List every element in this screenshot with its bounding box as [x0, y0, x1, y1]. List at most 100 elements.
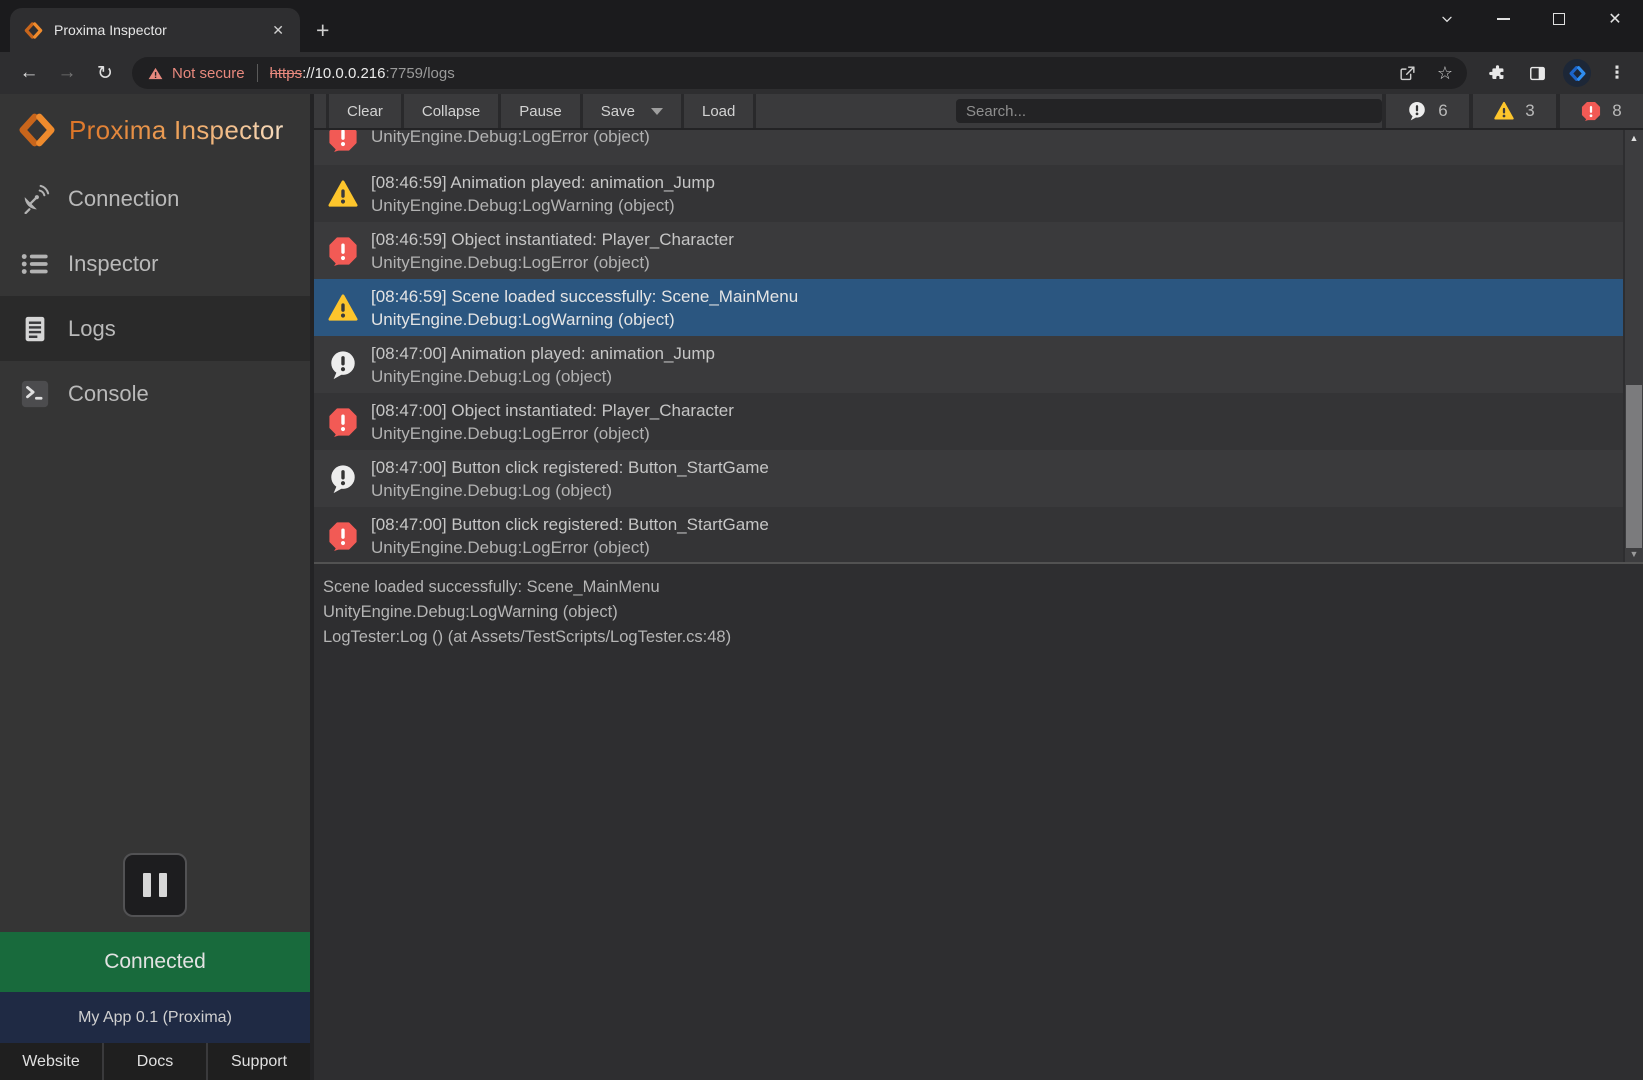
sidebar-item-inspector[interactable]: Inspector	[0, 231, 310, 296]
log-message: [08:47:00] Button click registered: Butt…	[371, 513, 769, 536]
log-row[interactable]: [08:46:59] Object instantiated: Player_C…	[314, 222, 1623, 279]
scroll-down-icon[interactable]: ▼	[1625, 546, 1643, 562]
error-bubble-icon	[1581, 101, 1601, 121]
sidebar-item-label: Logs	[68, 316, 116, 342]
scrollbar-thumb[interactable]	[1626, 385, 1642, 548]
log-message: [08:46:59] Scene loaded successfully: Sc…	[371, 285, 798, 308]
log-row[interactable]: [08:47:00] Object instantiated: Player_C…	[314, 393, 1623, 450]
window-close-button[interactable]: ✕	[1587, 9, 1643, 29]
pause-logs-button[interactable]: Pause	[498, 94, 580, 128]
log-row-text: UnityEngine.Debug:LogError (object)	[371, 130, 650, 148]
load-button[interactable]: Load	[681, 94, 753, 128]
list-icon	[20, 249, 50, 279]
log-stack-trace: UnityEngine.Debug:Log (object)	[371, 479, 769, 502]
new-tab-button[interactable]: +	[316, 19, 329, 42]
side-panel-icon[interactable]	[1517, 64, 1557, 83]
log-row[interactable]: [08:47:00] Animation played: animation_J…	[314, 336, 1623, 393]
support-link[interactable]: Support	[206, 1043, 310, 1080]
profile-avatar[interactable]	[1557, 59, 1597, 87]
tab-close-icon[interactable]: ✕	[268, 20, 288, 41]
browser-tab[interactable]: Proxima Inspector ✕	[10, 8, 300, 52]
error-count-badge[interactable]: 8	[1556, 94, 1643, 128]
log-level-icon	[328, 179, 358, 209]
docs-link[interactable]: Docs	[102, 1043, 206, 1080]
collapse-button[interactable]: Collapse	[401, 94, 498, 128]
log-row-text: [08:46:59] Object instantiated: Player_C…	[371, 228, 734, 274]
log-list-scrollbar[interactable]: ▲ ▼	[1625, 130, 1643, 562]
proxima-logo-icon	[18, 111, 56, 149]
scroll-up-icon[interactable]: ▲	[1625, 130, 1643, 146]
log-stack-trace: UnityEngine.Debug:LogWarning (object)	[371, 194, 715, 217]
warning-count: 3	[1525, 101, 1534, 121]
log-row-text: [08:47:00] Animation played: animation_J…	[371, 342, 715, 388]
sidebar-item-label: Connection	[68, 186, 179, 212]
log-message: [08:47:00] Button click registered: Butt…	[371, 456, 769, 479]
log-row-text: [08:47:00] Object instantiated: Player_C…	[371, 399, 734, 445]
sidebar-item-logs[interactable]: Logs	[0, 296, 310, 361]
website-link[interactable]: Website	[0, 1043, 102, 1080]
log-stack-trace: UnityEngine.Debug:LogError (object)	[371, 130, 650, 148]
back-button[interactable]: ←	[10, 62, 48, 84]
detail-line: UnityEngine.Debug:LogWarning (object)	[323, 600, 1629, 625]
browser-menu-icon[interactable]: ⋮	[1597, 63, 1637, 83]
save-button[interactable]: Save	[580, 94, 681, 128]
not-secure-label[interactable]: Not secure	[172, 65, 245, 82]
info-count-badge[interactable]: 6	[1382, 94, 1469, 128]
log-message: [08:46:59] Object instantiated: Player_C…	[371, 228, 734, 251]
bookmark-star-icon[interactable]: ☆	[1437, 63, 1453, 84]
clear-button[interactable]: Clear	[326, 94, 401, 128]
log-row[interactable]: [08:47:00] Button click registered: Butt…	[314, 507, 1623, 562]
omnibox-divider	[257, 64, 258, 82]
share-icon[interactable]	[1398, 64, 1417, 83]
avatar	[1563, 59, 1591, 87]
log-level-icon	[328, 521, 358, 551]
error-bubble-icon	[328, 407, 358, 437]
sidebar: Proxima Inspector Connection	[0, 94, 310, 1080]
log-message: [08:46:59] Animation played: animation_J…	[371, 171, 715, 194]
forward-button[interactable]: →	[48, 62, 86, 84]
maximize-button[interactable]	[1531, 13, 1587, 25]
search-input[interactable]	[956, 99, 1382, 123]
info-bubble-icon	[328, 464, 358, 494]
log-row[interactable]: [08:46:59] Animation played: animation_J…	[314, 165, 1623, 222]
pause-stream-button[interactable]	[123, 853, 187, 917]
app-name-bar: My App 0.1 (Proxima)	[0, 992, 310, 1043]
warning-triangle-icon	[328, 179, 358, 209]
save-dropdown-caret-icon[interactable]	[651, 108, 663, 115]
not-secure-warning-icon	[148, 66, 163, 81]
log-list: UnityEngine.Debug:LogError (object)	[314, 130, 1643, 562]
warning-count-badge[interactable]: 3	[1469, 94, 1556, 128]
log-level-icon	[328, 350, 358, 380]
sidebar-footer: Website Docs Support	[0, 1043, 310, 1080]
brand: Proxima Inspector	[0, 94, 310, 166]
log-level-icon	[328, 236, 358, 266]
extensions-puzzle-icon[interactable]	[1477, 64, 1517, 83]
minimize-button[interactable]	[1475, 18, 1531, 20]
log-stack-trace: UnityEngine.Debug:LogError (object)	[371, 422, 734, 445]
reload-button[interactable]: ↻	[86, 62, 124, 85]
window-controls: ✕	[1419, 0, 1643, 38]
log-row-text: [08:46:59] Scene loaded successfully: Sc…	[371, 285, 798, 331]
tab-search-chevron-icon[interactable]	[1419, 11, 1475, 27]
log-stack-trace: UnityEngine.Debug:LogError (object)	[371, 536, 769, 559]
document-icon	[20, 314, 50, 344]
sidebar-item-console[interactable]: Console	[0, 361, 310, 426]
tab-title: Proxima Inspector	[54, 22, 268, 38]
logs-toolbar: Clear Collapse Pause Save Load	[314, 94, 1643, 130]
log-level-icon	[328, 130, 358, 152]
log-row[interactable]: [08:46:59] Scene loaded successfully: Sc…	[314, 279, 1623, 336]
sidebar-item-label: Console	[68, 381, 149, 407]
satellite-icon	[20, 184, 50, 214]
log-row[interactable]: UnityEngine.Debug:LogError (object)	[314, 130, 1623, 165]
log-row-text: [08:47:00] Button click registered: Butt…	[371, 456, 769, 502]
address-bar[interactable]: Not secure https://10.0.0.216:7759/logs …	[132, 57, 1467, 89]
error-bubble-icon	[328, 521, 358, 551]
log-stack-trace: UnityEngine.Debug:Log (object)	[371, 365, 715, 388]
sidebar-item-connection[interactable]: Connection	[0, 166, 310, 231]
pause-icon	[143, 873, 151, 897]
terminal-icon	[20, 379, 50, 409]
log-row[interactable]: [08:47:00] Button click registered: Butt…	[314, 450, 1623, 507]
url-text: https://10.0.0.216:7759/logs	[270, 65, 455, 82]
info-bubble-icon	[328, 350, 358, 380]
log-detail-pane: Scene loaded successfully: Scene_MainMen…	[314, 564, 1643, 650]
